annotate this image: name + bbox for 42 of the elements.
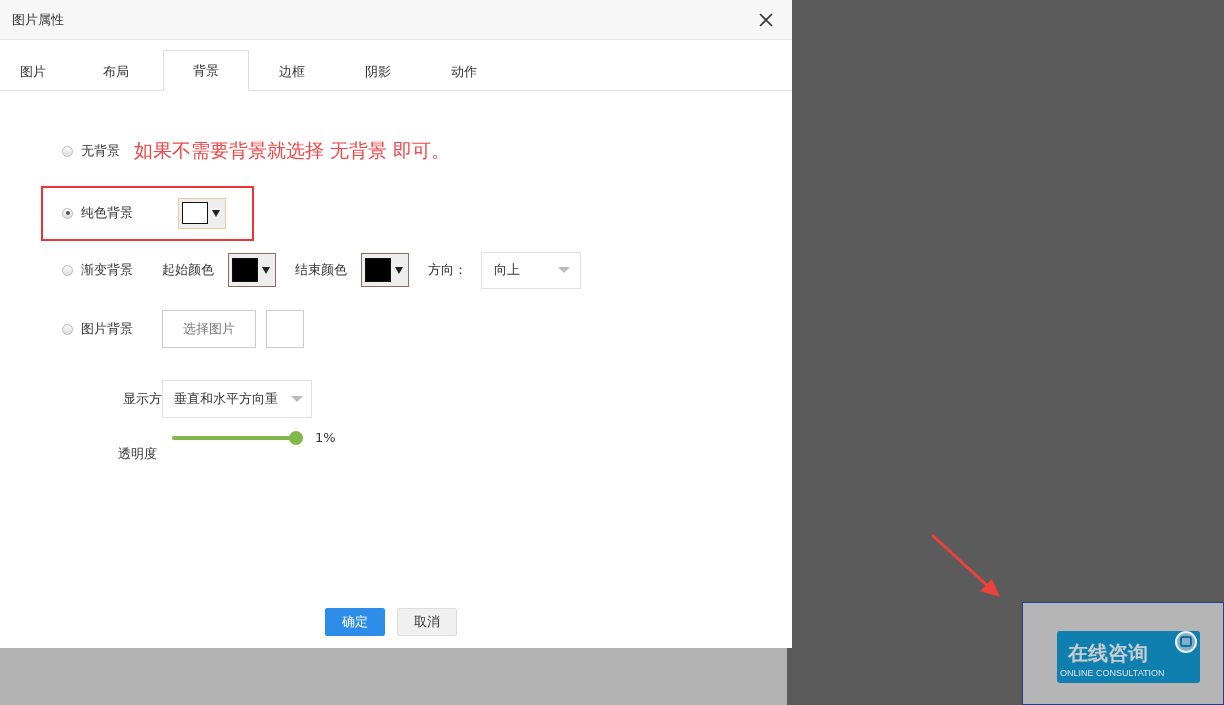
choose-image-button[interactable]: 选择图片 xyxy=(162,310,256,348)
direction-dropdown[interactable]: 向上 xyxy=(481,251,581,289)
direction-label: 方向： xyxy=(428,261,467,279)
caret-icon xyxy=(395,266,403,274)
tab[interactable]: 边框 xyxy=(249,51,335,91)
tab[interactable]: 图片 xyxy=(0,52,68,91)
color-picker[interactable] xyxy=(361,253,409,287)
dropdown-arrow-icon xyxy=(558,267,570,273)
dropdown-arrow-icon xyxy=(291,396,303,402)
option-label: 无背景 xyxy=(81,142,120,160)
banner-subtitle: ONLINE CONSULTATION xyxy=(1060,668,1165,678)
caret-icon xyxy=(262,266,270,274)
opacity-value: 1% xyxy=(315,430,336,445)
dialog-title: 图片属性 xyxy=(12,10,64,29)
consultation-banner[interactable]: 在线咨询 ONLINE CONSULTATION xyxy=(1057,631,1200,683)
radio-button[interactable] xyxy=(62,323,73,335)
speech-bubble-icon xyxy=(1174,631,1198,655)
radio-button[interactable] xyxy=(62,264,73,276)
close-icon[interactable] xyxy=(759,12,773,27)
slider-thumb[interactable] xyxy=(289,431,303,445)
hint-text: 如果不需要背景就选择 无背景 即可。 xyxy=(134,138,451,163)
banner-title: 在线咨询 xyxy=(1068,640,1148,667)
annotation-arrow xyxy=(930,533,1002,599)
caret-icon xyxy=(212,209,220,217)
option-label: 纯色背景 xyxy=(81,204,133,222)
radio-button[interactable] xyxy=(62,207,73,219)
tab[interactable]: 布局 xyxy=(68,51,163,91)
end-color-label: 结束颜色 xyxy=(295,261,347,279)
start-color-label: 起始颜色 xyxy=(162,261,214,279)
tab[interactable]: 阴影 xyxy=(335,51,421,91)
display-label: 显示方 xyxy=(122,390,162,408)
image-preview xyxy=(266,310,304,348)
opacity-slider[interactable] xyxy=(172,431,303,445)
tab[interactable]: 动作 xyxy=(421,51,507,91)
color-picker[interactable] xyxy=(228,253,276,287)
tab[interactable]: 背景 xyxy=(163,50,249,91)
display-mode-dropdown[interactable]: 垂直和水平方向重 xyxy=(162,380,312,418)
cancel-button[interactable]: 取消 xyxy=(397,608,457,636)
radio-button[interactable] xyxy=(62,145,73,157)
option-label: 图片背景 xyxy=(81,320,133,338)
opacity-label: 透明度 xyxy=(117,445,157,463)
option-label: 渐变背景 xyxy=(81,261,133,279)
